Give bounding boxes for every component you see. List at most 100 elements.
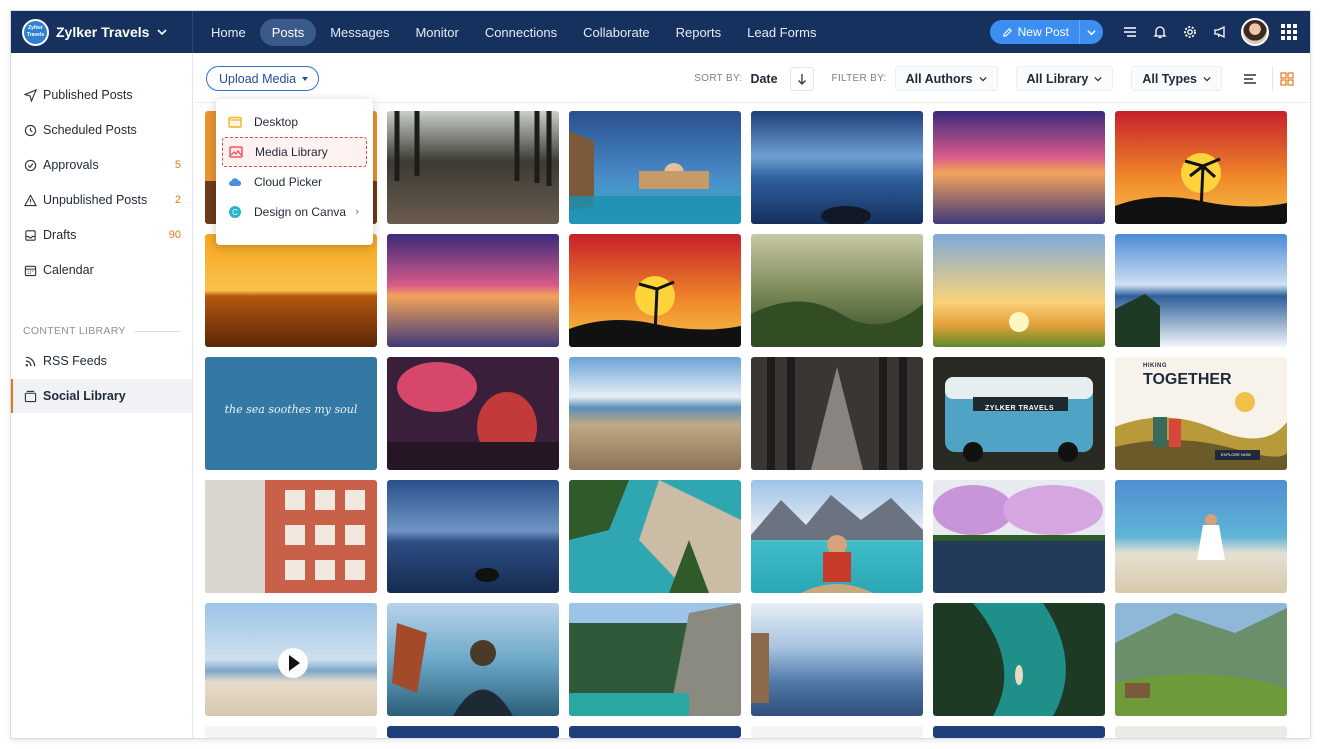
sidebar-item-label: Scheduled Posts [43,123,137,137]
gear-icon[interactable] [1175,11,1205,53]
media-tile[interactable] [751,726,923,738]
grid-view-icon[interactable] [1272,66,1300,91]
media-tile[interactable] [751,603,923,716]
media-tile[interactable] [933,111,1105,224]
list-view-icon[interactable] [1236,66,1264,91]
filter-library-dropdown[interactable]: All Library [1015,66,1114,91]
bell-icon[interactable] [1145,11,1175,53]
media-tile[interactable] [933,726,1105,738]
brand-name: Zylker Travels [56,24,150,40]
media-tile[interactable] [569,111,741,224]
chevron-right-icon: › [355,206,359,218]
media-tile[interactable]: ZYLKER TRAVELS [933,357,1105,470]
sidebar-item-calendar[interactable]: Calendar [11,253,192,287]
sidebar-item-label: Social Library [43,389,126,403]
sidebar-item-label: Calendar [43,263,94,277]
sidebar-item-unpublished-posts[interactable]: Unpublished Posts 2 [11,183,192,217]
brand-logo: Zylker Travels [22,18,49,46]
sort-direction-button[interactable] [789,66,814,91]
upload-media-button[interactable]: Upload Media [206,66,320,91]
new-post-dropdown-button[interactable] [1079,20,1103,44]
filter-types-dropdown[interactable]: All Types [1131,66,1222,91]
media-tile[interactable] [205,603,377,716]
drafts-icon [23,228,37,242]
media-tile[interactable] [569,726,741,738]
calendar-icon [23,263,37,277]
media-tile[interactable] [751,234,923,347]
new-post-button[interactable]: New Post [990,20,1079,44]
tab-messages[interactable]: Messages [318,19,401,46]
tab-home[interactable]: Home [199,19,258,46]
folder-icon [228,115,242,129]
media-tile[interactable] [387,234,559,347]
menu-item-media-library[interactable]: Media Library [222,137,367,167]
sidebar-item-published-posts[interactable]: Published Posts [11,78,192,112]
top-actions: New Post [989,11,1310,53]
sidebar-item-approvals[interactable]: Approvals 5 [11,148,192,182]
media-tile[interactable] [1115,480,1287,593]
media-tile[interactable] [387,726,559,738]
menu-item-cloud-picker[interactable]: Cloud Picker [216,167,373,197]
new-post-button-group: New Post [989,20,1103,44]
apps-grid-icon[interactable] [1281,24,1297,40]
filter-authors-dropdown[interactable]: All Authors [894,66,998,91]
menu-item-desktop[interactable]: Desktop [216,107,373,137]
media-tile[interactable] [387,603,559,716]
library-toolbar: Upload Media SORT BY: Date FILTER BY: Al… [194,53,1310,103]
sort-filter-bar: SORT BY: Date FILTER BY: All Authors All… [694,66,1310,91]
sidebar-item-rss-feeds[interactable]: RSS Feeds [11,344,192,378]
media-tile[interactable] [387,357,559,470]
media-tile[interactable] [569,234,741,347]
menu-item-design-on-canva[interactable]: C Design on Canva › [216,197,373,227]
media-tile[interactable] [205,726,377,738]
media-tile[interactable] [1115,726,1287,738]
sidebar: Published Posts Scheduled Posts Approval… [11,53,193,738]
media-tile[interactable] [1115,234,1287,347]
arrow-down-icon [797,73,806,85]
approvals-count: 5 [174,159,181,171]
media-tile[interactable] [751,357,923,470]
media-tile[interactable]: the sea soothes my soul [205,357,377,470]
media-tile[interactable] [1115,111,1287,224]
media-tile[interactable] [387,111,559,224]
tab-reports[interactable]: Reports [664,19,734,46]
tab-monitor[interactable]: Monitor [403,19,470,46]
media-tile[interactable] [569,480,741,593]
sidebar-item-scheduled-posts[interactable]: Scheduled Posts [11,113,192,147]
tab-lead-forms[interactable]: Lead Forms [735,19,828,46]
menu-icon[interactable] [1115,11,1145,53]
sort-value[interactable]: Date [750,72,777,86]
media-tile[interactable] [205,480,377,593]
media-tile[interactable]: HIKING TOGETHER EXPLORE NOW [1115,357,1287,470]
media-tile[interactable] [205,234,377,347]
media-tile[interactable] [933,480,1105,593]
avatar[interactable] [1241,18,1269,46]
media-tile[interactable] [387,480,559,593]
tab-connections[interactable]: Connections [473,19,569,46]
media-tile[interactable] [569,603,741,716]
brand-switcher[interactable]: Zylker Travels Zylker Travels [11,11,193,53]
tab-collaborate[interactable]: Collaborate [571,19,662,46]
media-tile[interactable] [751,111,923,224]
media-tile[interactable] [569,357,741,470]
media-tile[interactable] [933,234,1105,347]
rss-icon [23,354,37,368]
megaphone-icon[interactable] [1205,11,1235,53]
media-tile[interactable] [1115,603,1287,716]
poster-title: TOGETHER [1143,371,1232,388]
media-tile[interactable] [751,480,923,593]
text-tile-caption: the sea soothes my soul [224,403,358,416]
sidebar-item-drafts[interactable]: Drafts 90 [11,218,192,252]
poster-button: EXPLORE NOW [1221,452,1251,457]
sidebar-item-social-library[interactable]: Social Library [11,379,192,413]
new-post-label: New Post [1017,25,1069,39]
top-nav-bar: Zylker Travels Zylker Travels Home Posts… [11,11,1310,53]
chevron-down-icon [1094,76,1102,82]
image-gallery-icon [229,145,243,159]
upload-media-label: Upload Media [219,71,297,86]
content-library-heading: CONTENT LIBRARY [23,325,181,337]
drafts-count: 90 [168,229,181,241]
media-tile[interactable] [933,603,1105,716]
tab-posts[interactable]: Posts [259,18,317,46]
sidebar-item-label: Approvals [43,158,99,172]
